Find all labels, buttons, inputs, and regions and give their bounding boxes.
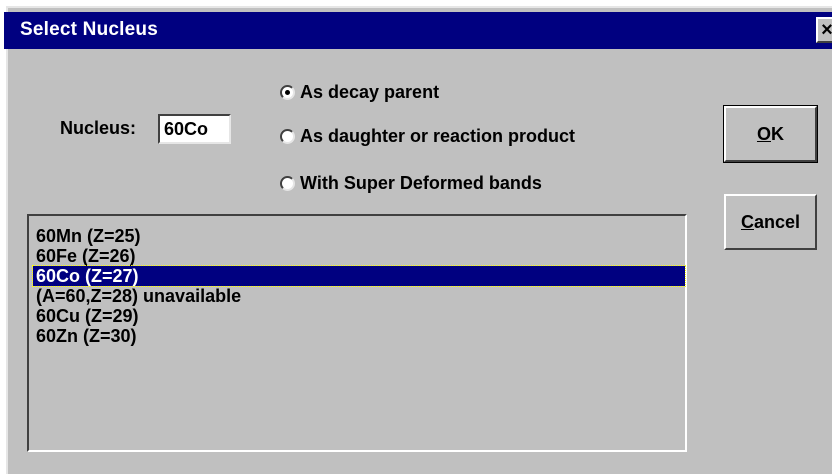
cancel-button-label: Cancel [740, 211, 801, 232]
close-button[interactable]: × [816, 17, 832, 43]
title-bar[interactable]: Select Nucleus × [4, 12, 832, 49]
radio-label: With Super Deformed bands [300, 172, 542, 193]
list-item-selected[interactable]: 60Co (Z=27) [32, 265, 686, 287]
radio-super-deformed[interactable]: With Super Deformed bands [280, 170, 542, 196]
list-item[interactable]: 60Mn (Z=25) [33, 226, 685, 246]
radio-label: As daughter or reaction product [300, 125, 576, 146]
radio-as-daughter[interactable]: As daughter or reaction product [280, 123, 575, 149]
cancel-button[interactable]: Cancel [724, 194, 817, 250]
ok-button[interactable]: OK [723, 105, 818, 163]
list-item[interactable]: 60Cu (Z=29) [33, 306, 685, 326]
radio-unchecked-icon [280, 128, 295, 144]
radio-as-decay-parent[interactable]: As decay parent [280, 79, 439, 105]
radio-unchecked-icon [280, 175, 295, 191]
radio-checked-icon [280, 84, 295, 100]
nucleus-label: Nucleus: [60, 118, 137, 138]
dialog-title: Select Nucleus [20, 19, 158, 40]
radio-label: As decay parent [300, 81, 440, 102]
nucleus-input[interactable]: 60Co [158, 114, 231, 144]
nucleus-listbox[interactable]: 60Mn (Z=25) 60Fe (Z=26) 60Co (Z=27) (A=6… [27, 214, 687, 452]
list-item[interactable]: 60Zn (Z=30) [33, 326, 685, 346]
list-item[interactable]: 60Fe (Z=26) [33, 246, 685, 266]
close-icon: × [821, 19, 832, 41]
list-item[interactable]: (A=60,Z=28) unavailable [33, 286, 685, 306]
ok-button-label: OK [756, 123, 784, 144]
